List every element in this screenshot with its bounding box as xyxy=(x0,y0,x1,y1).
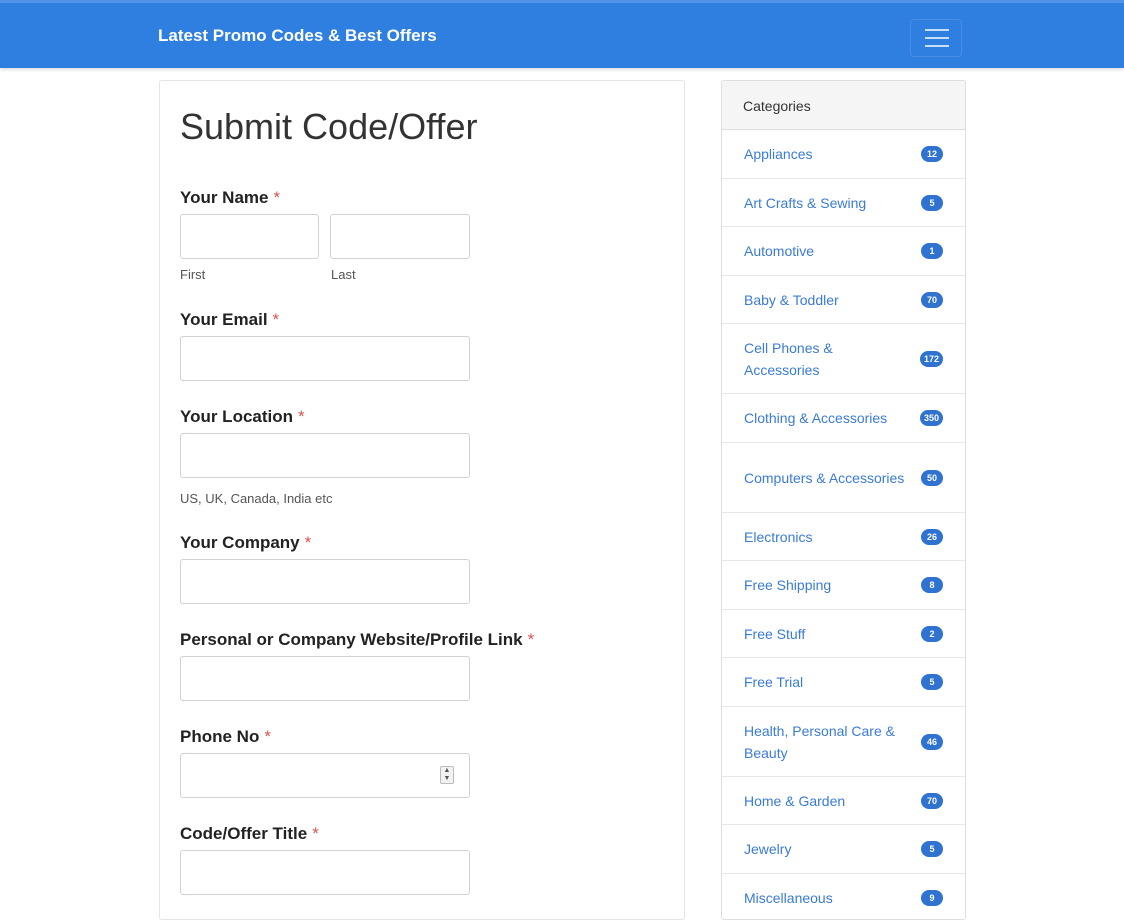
category-item[interactable]: Appliances 12 xyxy=(722,130,965,179)
category-count-badge: 1 xyxy=(921,243,943,259)
category-label[interactable]: Miscellaneous xyxy=(744,887,909,909)
category-item[interactable]: Jewelry 5 xyxy=(722,825,965,874)
first-name-input[interactable] xyxy=(180,214,319,259)
category-label[interactable]: Home & Garden xyxy=(744,790,909,812)
category-label[interactable]: Computers & Accessories xyxy=(744,467,909,489)
category-item[interactable]: Free Shipping 8 xyxy=(722,561,965,610)
category-label[interactable]: Health, Personal Care & Beauty xyxy=(744,720,909,764)
website-input[interactable] xyxy=(180,656,470,701)
category-count-badge: 350 xyxy=(919,410,943,426)
email-input[interactable] xyxy=(180,336,470,381)
email-label: Your Email * xyxy=(180,310,280,329)
category-count-badge: 70 xyxy=(921,792,943,809)
required-marker: * xyxy=(272,310,280,329)
first-name-help: First xyxy=(180,267,206,282)
category-item[interactable]: Home & Garden 70 xyxy=(722,777,965,825)
hamburger-icon xyxy=(925,45,949,47)
location-label: Your Location * xyxy=(180,407,305,426)
company-input[interactable] xyxy=(180,559,470,604)
category-item[interactable]: Clothing & Accessories 350 xyxy=(722,394,965,443)
hamburger-icon xyxy=(925,29,949,31)
required-marker: * xyxy=(273,188,281,207)
name-label: Your Name * xyxy=(180,188,281,207)
category-label[interactable]: Baby & Toddler xyxy=(744,289,909,311)
page-title: Submit Code/Offer xyxy=(180,106,478,147)
category-item[interactable]: Computers & Accessories 50 xyxy=(722,443,965,513)
category-count-badge: 9 xyxy=(921,889,943,906)
category-count-badge: 12 xyxy=(921,146,943,162)
category-count-badge: 172 xyxy=(919,350,943,367)
category-count-badge: 2 xyxy=(921,625,943,642)
category-label[interactable]: Free Shipping xyxy=(744,574,909,596)
location-help: US, UK, Canada, India etc xyxy=(180,491,333,506)
category-item[interactable]: Cell Phones & Accessories 172 xyxy=(722,324,965,394)
top-navbar: Latest Promo Codes & Best Offers xyxy=(0,0,1124,68)
category-label[interactable]: Appliances xyxy=(744,143,909,165)
phone-label: Phone No * xyxy=(180,727,271,746)
category-item[interactable]: Miscellaneous 9 xyxy=(722,874,965,919)
category-label[interactable]: Electronics xyxy=(744,526,909,548)
required-marker: * xyxy=(264,727,271,746)
required-marker: * xyxy=(527,630,535,649)
hamburger-icon xyxy=(925,37,949,39)
category-item[interactable]: Automotive 1 xyxy=(722,227,965,276)
category-item[interactable]: Free Trial 5 xyxy=(722,658,965,707)
menu-toggle-button[interactable] xyxy=(910,19,962,57)
required-marker: * xyxy=(312,824,319,843)
category-count-badge: 26 xyxy=(921,528,943,545)
category-label[interactable]: Cell Phones & Accessories xyxy=(744,337,909,381)
phone-input[interactable] xyxy=(180,753,470,798)
category-label[interactable]: Jewelry xyxy=(744,838,909,860)
required-marker: * xyxy=(304,533,312,552)
phone-spinner-icon[interactable]: ▲ ▼ xyxy=(440,766,454,784)
offer-title-label: Code/Offer Title * xyxy=(180,824,319,843)
category-item[interactable]: Free Stuff 2 xyxy=(722,610,965,658)
company-label: Your Company * xyxy=(180,533,312,552)
category-count-badge: 5 xyxy=(921,194,943,211)
location-input[interactable] xyxy=(180,433,470,478)
categories-sidebar: Categories Appliances 12 Art Crafts & Sewi… xyxy=(721,80,966,920)
category-item[interactable]: Health, Personal Care & Beauty 46 xyxy=(722,707,965,777)
category-item[interactable]: Baby & Toddler 70 xyxy=(722,276,965,324)
required-marker: * xyxy=(298,407,305,426)
site-brand[interactable]: Latest Promo Codes & Best Offers xyxy=(158,26,437,46)
category-item[interactable]: Art Crafts & Sewing 5 xyxy=(722,179,965,227)
category-count-badge: 46 xyxy=(921,733,943,750)
last-name-input[interactable] xyxy=(330,214,470,259)
categories-header: Categories xyxy=(722,81,965,130)
category-label[interactable]: Automotive xyxy=(744,240,909,262)
category-label[interactable]: Art Crafts & Sewing xyxy=(744,192,909,214)
category-label[interactable]: Free Stuff xyxy=(744,623,909,645)
category-count-badge: 8 xyxy=(921,577,943,593)
category-count-badge: 70 xyxy=(921,291,943,308)
category-count-badge: 50 xyxy=(921,469,943,486)
last-name-help: Last xyxy=(331,267,356,282)
category-item[interactable]: Electronics 26 xyxy=(722,513,965,561)
website-label: Personal or Company Website/Profile Link… xyxy=(180,630,535,649)
category-label[interactable]: Clothing & Accessories xyxy=(744,407,909,429)
category-label[interactable]: Free Trial xyxy=(744,671,909,693)
offer-title-input[interactable] xyxy=(180,850,470,895)
categories-list: Appliances 12 Art Crafts & Sewing 5 Automoti… xyxy=(722,130,965,919)
category-count-badge: 5 xyxy=(921,674,943,690)
category-count-badge: 5 xyxy=(921,841,943,857)
